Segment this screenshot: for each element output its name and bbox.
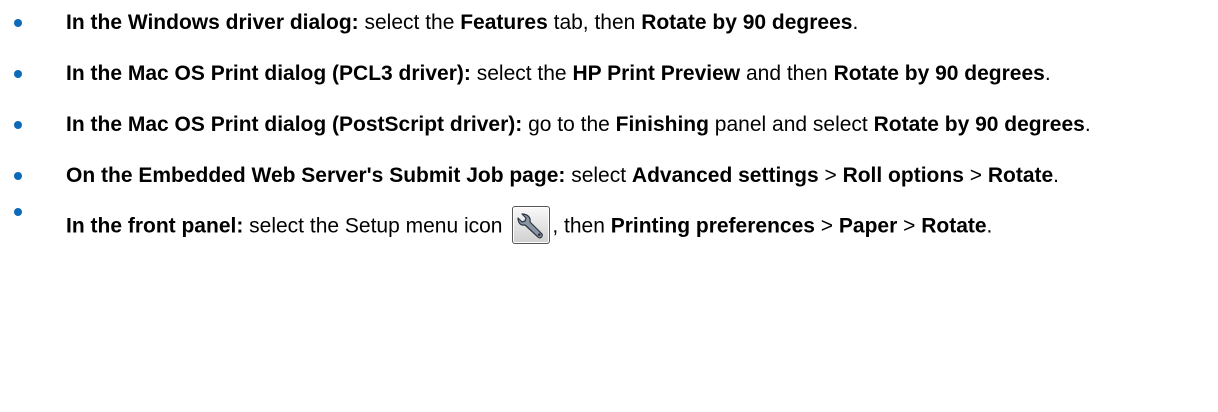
item-bold: HP Print Preview — [572, 62, 741, 85]
bullet-icon — [14, 70, 22, 78]
item-text: go to the — [522, 113, 616, 136]
item-text: panel and select — [708, 113, 874, 136]
wrench-icon — [512, 206, 551, 244]
item-bold: Advanced settings — [631, 164, 819, 187]
item-bold: Finishing — [615, 113, 709, 136]
item-text: > — [897, 214, 922, 238]
item-bold: Rotate by 90 degrees — [873, 113, 1085, 136]
item-lead: In the Mac OS Print dialog (PostScript d… — [66, 113, 523, 136]
list-item-embedded-web-server: On the Embedded Web Server's Submit Job … — [0, 161, 1218, 190]
bullet-icon — [14, 121, 22, 129]
item-bold: Features — [460, 11, 548, 34]
item-bold: Rotate by 90 degrees — [641, 11, 853, 34]
item-lead: On the Embedded Web Server's Submit Job … — [66, 164, 566, 187]
item-text: . — [1084, 113, 1091, 136]
instruction-list: In the Windows driver dialog: select the… — [0, 8, 1218, 248]
item-text: tab, then — [547, 11, 642, 34]
item-bold: Rotate — [921, 214, 987, 238]
item-text: , then — [552, 214, 611, 238]
item-text: > — [818, 164, 843, 187]
item-bold: Rotate by 90 degrees — [833, 62, 1045, 85]
item-lead: In the front panel: — [66, 214, 244, 238]
bullet-icon — [14, 208, 22, 216]
item-bold: Rotate — [987, 164, 1054, 187]
list-item-front-panel: In the front panel: select the Setup men… — [0, 206, 1218, 248]
item-text: . — [986, 214, 993, 238]
bullet-icon — [14, 19, 22, 27]
item-bold: Printing preferences — [610, 214, 815, 238]
list-item-windows-driver: In the Windows driver dialog: select the… — [0, 8, 1218, 37]
item-text: select the — [470, 62, 573, 85]
item-lead: In the Windows driver dialog: — [66, 11, 359, 34]
item-text: select the — [358, 11, 461, 34]
list-item-mac-postscript: In the Mac OS Print dialog (PostScript d… — [0, 110, 1218, 139]
list-item-mac-pcl3: In the Mac OS Print dialog (PCL3 driver)… — [0, 59, 1218, 88]
item-text: select the Setup menu icon — [243, 214, 509, 238]
item-bold: Paper — [838, 214, 898, 238]
item-text: and then — [740, 62, 834, 85]
item-lead: In the Mac OS Print dialog (PCL3 driver)… — [66, 62, 471, 85]
item-text: > — [814, 214, 839, 238]
item-text: select — [565, 164, 632, 187]
item-text: > — [963, 164, 988, 187]
item-text: . — [1044, 62, 1051, 85]
item-text: . — [1053, 164, 1060, 187]
bullet-icon — [14, 172, 22, 180]
item-bold: Roll options — [842, 164, 964, 187]
item-text: . — [852, 11, 859, 34]
